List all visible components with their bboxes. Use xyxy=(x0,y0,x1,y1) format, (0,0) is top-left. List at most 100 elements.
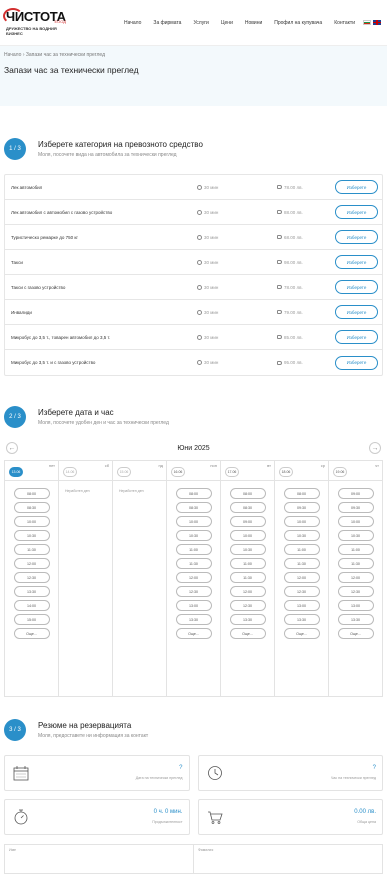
day-date-badge[interactable]: 14.06 xyxy=(63,467,77,477)
time-slot-button[interactable]: 11:30 xyxy=(283,558,320,569)
select-category-button[interactable]: Изберете xyxy=(335,280,378,294)
time-slot-button[interactable]: 12:30 xyxy=(283,586,320,597)
time-slot-button[interactable]: 13:00 xyxy=(175,600,212,611)
time-slot-button[interactable]: 14:00 xyxy=(13,600,50,611)
time-slot-button[interactable]: 13:00 xyxy=(283,600,320,611)
breadcrumb: Начало › Запази час за технически прегле… xyxy=(4,52,383,58)
category-price: 95.00 лв. xyxy=(277,360,335,365)
category-price-text: 79.00 лв. xyxy=(284,309,303,315)
time-slot-button[interactable]: 11:00 xyxy=(175,544,212,555)
calendar-day-column: 13.06 пет 08:00 08:30 10:00 10:30 11:30 12:00 12… xyxy=(5,461,59,696)
time-slot-button[interactable]: 10:30 xyxy=(229,544,266,555)
time-slot-button[interactable]: 12:30 xyxy=(229,600,266,611)
time-slot-button[interactable]: 11:00 xyxy=(283,544,320,555)
time-slot-button[interactable]: 12:30 xyxy=(13,572,50,583)
nav-item-contacts[interactable]: Контакти xyxy=(334,20,355,26)
time-slot-button[interactable]: 08:00 xyxy=(283,488,320,499)
time-slot-button[interactable]: 10:30 xyxy=(283,530,320,541)
time-slot-button[interactable]: 10:30 xyxy=(337,530,374,541)
category-price: 78.00 лв. xyxy=(277,285,335,290)
time-slot-button[interactable]: 10:00 xyxy=(283,516,320,527)
bg-flag-icon[interactable] xyxy=(363,20,371,25)
step-1-subtitle: Моля, посочете вида на автомобила за тех… xyxy=(38,152,177,158)
day-of-week: ср xyxy=(320,463,325,468)
time-slot-button[interactable]: Още... xyxy=(337,628,374,639)
time-slot-button[interactable]: 08:30 xyxy=(175,502,212,513)
time-slot-button[interactable]: 12:30 xyxy=(337,586,374,597)
select-category-button[interactable]: Изберете xyxy=(335,205,378,219)
step-3-badge: 3 / 3 xyxy=(4,719,26,741)
nav-item-news[interactable]: Новини xyxy=(245,20,262,26)
time-slot-button[interactable]: 13:30 xyxy=(337,614,374,625)
time-slot-button[interactable]: Още... xyxy=(229,628,266,639)
select-category-button[interactable]: Изберете xyxy=(335,255,378,269)
time-slot-button[interactable]: 10:00 xyxy=(229,530,266,541)
time-slot-button[interactable]: 10:00 xyxy=(337,516,374,527)
time-slot-button[interactable]: 08:00 xyxy=(13,488,50,499)
category-name: Такси с газово устройство xyxy=(11,284,66,290)
time-slot-button[interactable]: 11:30 xyxy=(175,558,212,569)
time-slot-button[interactable]: 08:30 xyxy=(13,502,50,513)
select-category-button[interactable]: Изберете xyxy=(335,305,378,319)
time-slot-button[interactable]: 10:00 xyxy=(13,516,50,527)
time-slot-button[interactable]: 12:00 xyxy=(13,558,50,569)
time-slot-button[interactable]: Още... xyxy=(13,628,50,639)
surname-field[interactable]: Фамилия xyxy=(194,845,382,873)
time-slot-list: 09:00 09:30 10:00 10:30 11:00 11:30 12:00 12:30… xyxy=(329,481,382,639)
select-category-button[interactable]: Изберете xyxy=(335,355,378,370)
nav-item-services[interactable]: Услуги xyxy=(193,20,208,26)
nav-item-buyer-profile[interactable]: Профил на купувача xyxy=(274,20,322,26)
time-slot-button[interactable]: Още... xyxy=(283,628,320,639)
time-slot-button[interactable]: 08:30 xyxy=(229,502,266,513)
brand-logo[interactable]: ЧИСТОТА ЕООД ДРУЖЕСТВО НА ВОДНИЯ БИЗНЕС xyxy=(3,6,68,40)
time-slot-button[interactable]: 13:30 xyxy=(283,614,320,625)
nav-item-about[interactable]: За фирмата xyxy=(153,20,181,26)
time-slot-button[interactable]: 15:00 xyxy=(13,614,50,625)
select-category-button[interactable]: Изберете xyxy=(335,330,378,344)
time-slot-button[interactable]: 11:00 xyxy=(337,544,374,555)
breadcrumb-home[interactable]: Начало xyxy=(4,52,21,58)
time-slot-button[interactable]: 12:00 xyxy=(175,572,212,583)
time-slot-button[interactable]: 10:00 xyxy=(175,516,212,527)
time-slot-button[interactable]: 08:00 xyxy=(229,488,266,499)
day-date-badge[interactable]: 19.06 xyxy=(333,467,347,477)
nav-item-prices[interactable]: Цени xyxy=(221,20,233,26)
day-date-badge[interactable]: 17.06 xyxy=(225,467,239,477)
select-category-button[interactable]: Изберете xyxy=(335,230,378,244)
day-date-badge[interactable]: 13.06 xyxy=(9,467,23,477)
name-field[interactable]: Име xyxy=(5,845,194,873)
time-slot-button[interactable]: 13:30 xyxy=(175,614,212,625)
price-tag-icon xyxy=(277,185,282,189)
time-slot-button[interactable]: 11:00 xyxy=(229,558,266,569)
time-slot-button[interactable]: 11:30 xyxy=(13,544,50,555)
time-slot-button[interactable]: 09:00 xyxy=(229,516,266,527)
time-slot-button[interactable]: Още... xyxy=(175,628,212,639)
time-slot-button[interactable]: 08:00 xyxy=(175,488,212,499)
time-slot-button[interactable]: 11:30 xyxy=(229,572,266,583)
time-slot-button[interactable]: 11:30 xyxy=(337,558,374,569)
time-slot-button[interactable]: 09:00 xyxy=(337,488,374,499)
time-slot-button[interactable]: 12:00 xyxy=(337,572,374,583)
en-flag-icon[interactable] xyxy=(373,20,381,25)
select-category-button[interactable]: Изберете xyxy=(335,180,378,194)
nav-item-home[interactable]: Начало xyxy=(124,20,141,26)
time-slot-button[interactable]: 12:00 xyxy=(283,572,320,583)
day-date-badge[interactable]: 16.06 xyxy=(171,467,185,477)
time-slot-button[interactable]: 10:30 xyxy=(175,530,212,541)
time-slot-button[interactable]: 13:30 xyxy=(229,614,266,625)
category-duration-text: 30 мин xyxy=(204,334,219,340)
time-slot-button[interactable]: 13:30 xyxy=(13,586,50,597)
price-tag-icon xyxy=(277,260,282,264)
next-month-arrow-icon[interactable]: → xyxy=(369,442,381,454)
day-date-badge[interactable]: 18.06 xyxy=(279,467,293,477)
breadcrumb-separator: › xyxy=(22,52,25,58)
time-slot-button[interactable]: 12:00 xyxy=(229,586,266,597)
time-slot-button[interactable]: 10:30 xyxy=(13,530,50,541)
time-slot-button[interactable]: 12:30 xyxy=(175,586,212,597)
calendar-day-column: 18.06 ср 08:00 09:30 10:00 10:30 11:00 11:30 12:… xyxy=(275,461,329,696)
prev-month-arrow-icon[interactable]: ← xyxy=(6,442,18,454)
day-date-badge[interactable]: 15.06 xyxy=(117,467,131,477)
time-slot-button[interactable]: 13:00 xyxy=(337,600,374,611)
time-slot-button[interactable]: 09:30 xyxy=(337,502,374,513)
time-slot-button[interactable]: 09:30 xyxy=(283,502,320,513)
